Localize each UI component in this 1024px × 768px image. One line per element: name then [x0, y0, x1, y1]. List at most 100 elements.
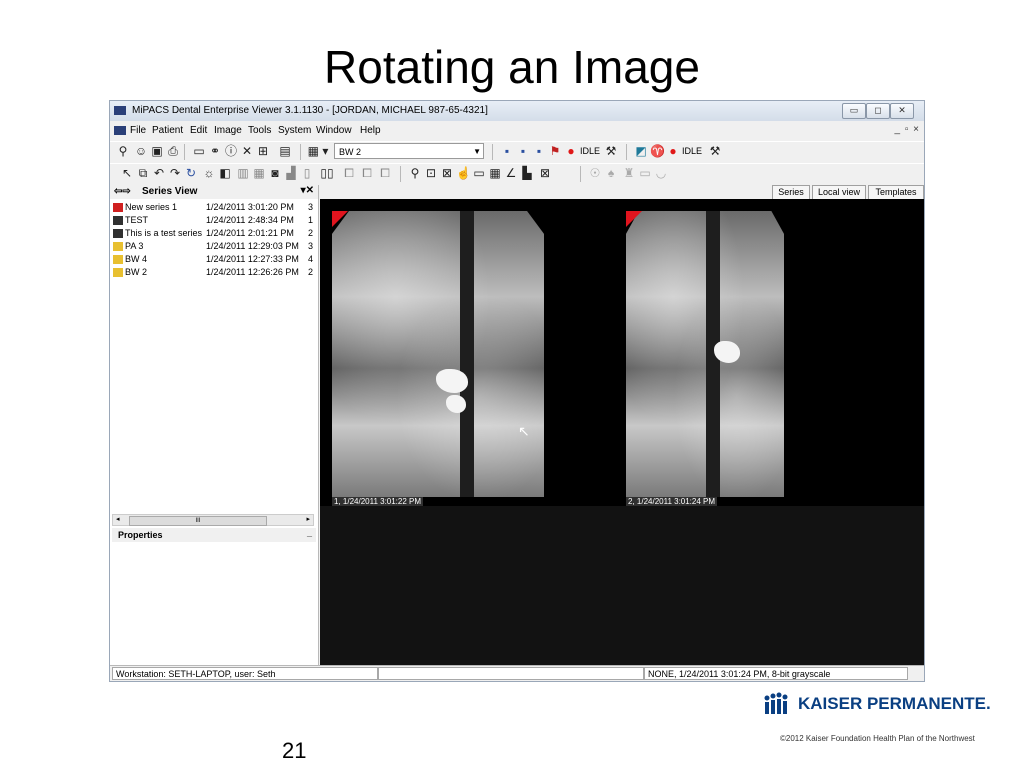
implant-icon[interactable]: ♜ [622, 166, 636, 180]
tools-icon[interactable]: ⚒ [604, 144, 618, 158]
xray-image-1[interactable] [332, 211, 544, 497]
tab-series[interactable]: Series [772, 185, 810, 199]
maximize-button[interactable]: ◻ [866, 103, 890, 119]
series-date: 1/24/2011 2:01:21 PM [206, 228, 294, 238]
series-date: 1/24/2011 12:26:26 PM [206, 267, 299, 277]
open-patient-icon[interactable]: ☺ [134, 144, 148, 158]
kaiser-mark-icon [764, 692, 788, 714]
scroll-thumb[interactable]: III [129, 516, 267, 526]
contrast-icon[interactable]: ◧ [218, 166, 232, 180]
horizontal-scrollbar[interactable]: ◂ III ▸ [112, 514, 314, 526]
list-item[interactable]: New series 1 1/24/2011 3:01:20 PM 3 [110, 201, 318, 214]
series-name: BW 2 [125, 267, 148, 277]
fit-icon[interactable]: ⧠ [342, 166, 356, 180]
redo-icon[interactable]: ↷ [168, 166, 182, 180]
xray-image-2[interactable] [626, 211, 784, 497]
copy-icon[interactable]: ⧉ [136, 166, 150, 180]
list-item[interactable]: TEST 1/24/2011 2:48:34 PM 1 [110, 214, 318, 227]
fit-height-icon[interactable]: ⧠ [378, 166, 392, 180]
properties-header: Properties _ [112, 528, 316, 542]
undo-icon[interactable]: ↶ [152, 166, 166, 180]
invert-icon[interactable]: ◙ [268, 166, 282, 180]
toolbar-separator [626, 144, 627, 160]
list-item[interactable]: BW 4 1/24/2011 12:27:33 PM 4 [110, 253, 318, 266]
sharpen-icon[interactable]: ▥ [236, 166, 250, 180]
image-label-2: 2, 1/24/2011 3:01:24 PM [626, 497, 718, 506]
layout-2-icon[interactable]: ▯ [300, 166, 314, 180]
patient-search-icon[interactable]: ⚲ [116, 144, 130, 158]
layout-dropdown-icon[interactable]: ▦ ▾ [306, 144, 330, 158]
tooth-icon[interactable]: ♠ [604, 166, 618, 180]
filter-icon[interactable]: ▦ [252, 166, 266, 180]
list-item[interactable]: BW 2 1/24/2011 12:26:26 PM 2 [110, 266, 318, 279]
c-icon[interactable]: ▪ [532, 144, 546, 158]
histogram-icon[interactable]: ▟ [284, 166, 298, 180]
chart-icon[interactable]: ▙ [520, 166, 534, 180]
zoom-region-icon[interactable]: ⊡ [424, 166, 438, 180]
menu-file[interactable]: File [130, 125, 146, 136]
menu-tools[interactable]: Tools [248, 125, 271, 136]
tab-local-view[interactable]: Local view [812, 185, 866, 199]
tab-templates[interactable]: Templates [868, 185, 924, 199]
annotation-icon[interactable]: ⊠ [538, 166, 552, 180]
mdi-controls[interactable]: _ ▫ × [894, 124, 920, 135]
scroll-left-icon[interactable]: ◂ [116, 515, 120, 523]
image-toolbar: ↖ ⧉ ↶ ↷ ↻ ☼ ◧ ▥ ▦ ◙ ▟ ▯ ▯▯ ⧠ ⧠ ⧠ ⚲ ⊡ ⊠ ☝… [110, 163, 924, 184]
close-button[interactable]: ✕ [890, 103, 914, 119]
series-count: 3 [308, 241, 314, 251]
record-icon[interactable]: ● [564, 144, 578, 158]
properties-collapse-button[interactable]: _ [307, 528, 312, 538]
find-icon[interactable]: ⚭ [208, 144, 222, 158]
scroll-right-icon[interactable]: ▸ [306, 515, 310, 523]
mouth-icon[interactable]: ◡ [654, 166, 668, 180]
series-date: 1/24/2011 3:01:20 PM [206, 202, 294, 212]
fit-width-icon[interactable]: ⧠ [360, 166, 374, 180]
status-bar: Workstation: SETH-LAPTOP, user: Seth NON… [110, 665, 924, 681]
save-icon[interactable]: ▣ [150, 144, 164, 158]
brightness-icon[interactable]: ☼ [202, 166, 216, 180]
ruler-icon[interactable]: ▭ [472, 166, 486, 180]
rotate-icon[interactable]: ↻ [184, 166, 198, 180]
sensor-icon[interactable]: ♈ [650, 144, 665, 158]
bridge-icon[interactable]: ▭ [638, 166, 652, 180]
series-icon [113, 216, 123, 225]
calibrate-icon[interactable]: ▦ [488, 166, 502, 180]
menu-image[interactable]: Image [214, 125, 242, 136]
series-select-value: BW 2 [339, 147, 362, 157]
info-icon[interactable]: ⓘ [224, 144, 238, 158]
series-view-header: ⇦⇨ Series View ▾✕ [110, 185, 318, 199]
record-icon-2[interactable]: ● [666, 144, 680, 158]
magnify-icon[interactable]: ⊠ [440, 166, 454, 180]
p-icon[interactable]: ▪ [516, 144, 530, 158]
zoom-icon[interactable]: ⚲ [408, 166, 422, 180]
minimize-button[interactable]: ▭ [842, 103, 866, 119]
flag-icon[interactable]: ⚑ [548, 144, 562, 158]
template-icon[interactable]: ▤ [278, 144, 292, 158]
select-arrow-icon[interactable]: ↖ [120, 166, 134, 180]
new-window-icon[interactable]: ▭ [192, 144, 206, 158]
delete-icon[interactable]: ✕ [240, 144, 254, 158]
status-image-info: NONE, 1/24/2011 3:01:24 PM, 8-bit graysc… [644, 667, 908, 680]
list-item[interactable]: This is a test series 1/24/2011 2:01:21 P… [110, 227, 318, 240]
menu-system[interactable]: System [278, 125, 311, 136]
copyright-text: ©2012 Kaiser Foundation Health Plan of t… [780, 734, 975, 743]
print-icon[interactable]: ⎙ [166, 144, 180, 158]
series-count: 3 [308, 202, 314, 212]
tooth-map-icon[interactable]: ☉ [588, 166, 602, 180]
scanner-icon[interactable]: ◩ [634, 144, 648, 158]
grid-icon[interactable]: ⊞ [256, 144, 270, 158]
pan-icon[interactable]: ☝ [456, 166, 471, 180]
menu-help[interactable]: Help [360, 125, 381, 136]
panel-close-icon[interactable]: ▾✕ [301, 185, 314, 196]
menu-patient[interactable]: Patient [152, 125, 183, 136]
menu-edit[interactable]: Edit [190, 125, 207, 136]
compare-icon[interactable]: ▯▯ [320, 166, 334, 180]
io-icon[interactable]: ▪ [500, 144, 514, 158]
angle-icon[interactable]: ∠ [504, 166, 518, 180]
nav-arrows-icon[interactable]: ⇦⇨ [114, 186, 131, 197]
tools-icon-2[interactable]: ⚒ [708, 144, 722, 158]
series-select[interactable]: BW 2 ▼ [334, 143, 484, 159]
menu-window[interactable]: Window [316, 125, 352, 136]
folder-icon [113, 255, 123, 264]
list-item[interactable]: PA 3 1/24/2011 12:29:03 PM 3 [110, 240, 318, 253]
